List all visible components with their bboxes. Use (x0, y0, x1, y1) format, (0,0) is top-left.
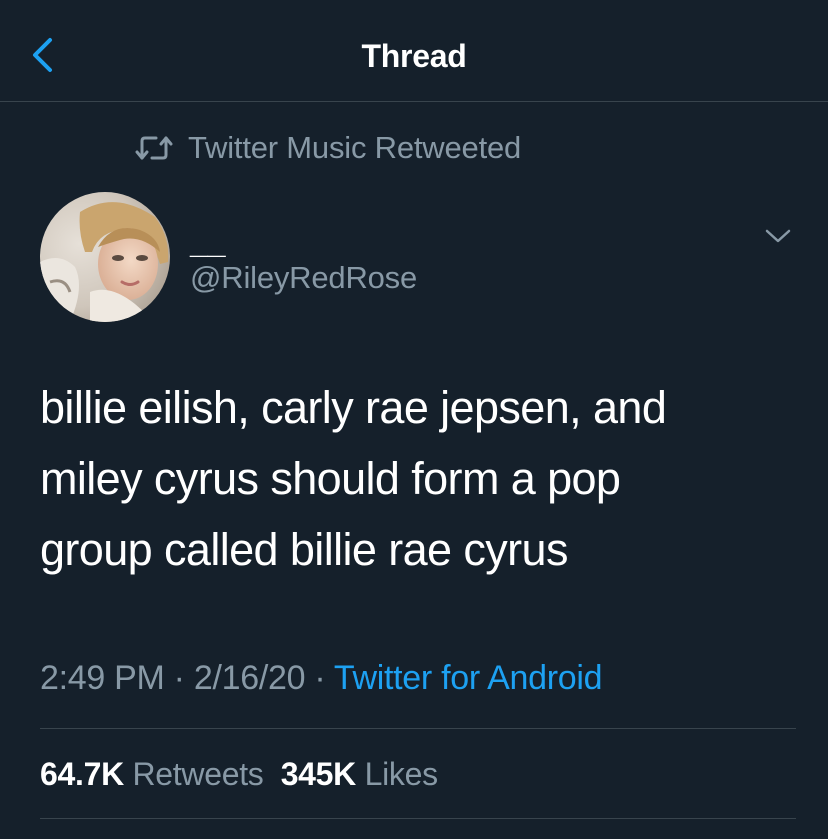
tweet-stats: 64.7K Retweets 345K Likes (40, 752, 438, 796)
social-context[interactable]: Twitter Music Retweeted (134, 128, 521, 168)
likes-label: Likes (364, 756, 439, 792)
divider (40, 728, 796, 729)
likes-stat[interactable]: 345K Likes (281, 756, 438, 792)
tweet-text: billie eilish, carly rae jepsen, and mil… (40, 382, 667, 575)
avatar[interactable] (40, 192, 170, 322)
tweet-source-link[interactable]: Twitter for Android (334, 659, 603, 697)
tweet-date: 2/16/20 (193, 659, 306, 697)
retweet-icon (135, 136, 173, 160)
divider (40, 818, 796, 819)
avatar-image (40, 192, 170, 322)
retweets-stat[interactable]: 64.7K Retweets (40, 756, 264, 792)
retweets-label: Retweets (132, 756, 264, 792)
tweet-options-button[interactable] (762, 222, 794, 250)
retweets-count: 64.7K (40, 756, 124, 792)
display-name[interactable]: __ (190, 222, 226, 262)
chevron-down-icon (765, 229, 791, 243)
tweet-meta: 2:49 PM · 2/16/20 · Twitter for Android (40, 656, 603, 700)
page-title: Thread (361, 38, 467, 74)
meta-separator: · (305, 659, 334, 697)
user-handle[interactable]: @RileyRedRose (190, 258, 417, 298)
tweet-time: 2:49 PM (40, 659, 165, 697)
likes-count: 345K (280, 756, 357, 792)
meta-separator: · (164, 659, 194, 697)
social-context-label: Twitter Music Retweeted (188, 130, 522, 165)
header: Thread (0, 0, 828, 102)
